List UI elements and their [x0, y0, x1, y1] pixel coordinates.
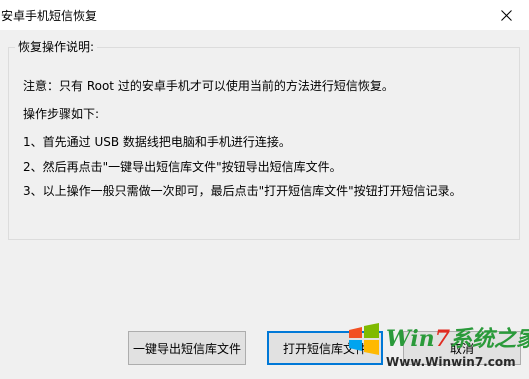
close-button[interactable]: [483, 0, 529, 30]
open-sms-database-button[interactable]: 打开短信库文件: [267, 331, 383, 365]
export-sms-database-button[interactable]: 一键导出短信库文件: [128, 331, 246, 365]
cancel-button[interactable]: 取消: [403, 331, 521, 365]
steps-heading: 操作步骤如下:: [23, 107, 100, 121]
dialog-client-area: 恢复操作说明: 注意：只有 Root 过的安卓手机才可以使用当前的方法进行短信恢…: [0, 30, 529, 379]
groupbox-legend: 恢复操作说明:: [15, 39, 98, 55]
step-3-line: 3、以上操作一般只需做一次即可，最后点击"打开短信库文件"按钮打开短信记录。: [23, 184, 462, 198]
title-bar: 安卓手机短信恢复: [0, 0, 529, 30]
instructions-groupbox: 恢复操作说明: 注意：只有 Root 过的安卓手机才可以使用当前的方法进行短信恢…: [8, 39, 520, 240]
close-icon: [500, 9, 512, 21]
window-title: 安卓手机短信恢复: [1, 9, 98, 23]
step-1-line: 1、首先通过 USB 数据线把电脑和手机进行连接。: [23, 135, 291, 149]
step-2-line: 2、然后再点击"一键导出短信库文件"按钮导出短信库文件。: [23, 160, 342, 174]
note-line: 注意：只有 Root 过的安卓手机才可以使用当前的方法进行短信恢复。: [23, 79, 394, 93]
